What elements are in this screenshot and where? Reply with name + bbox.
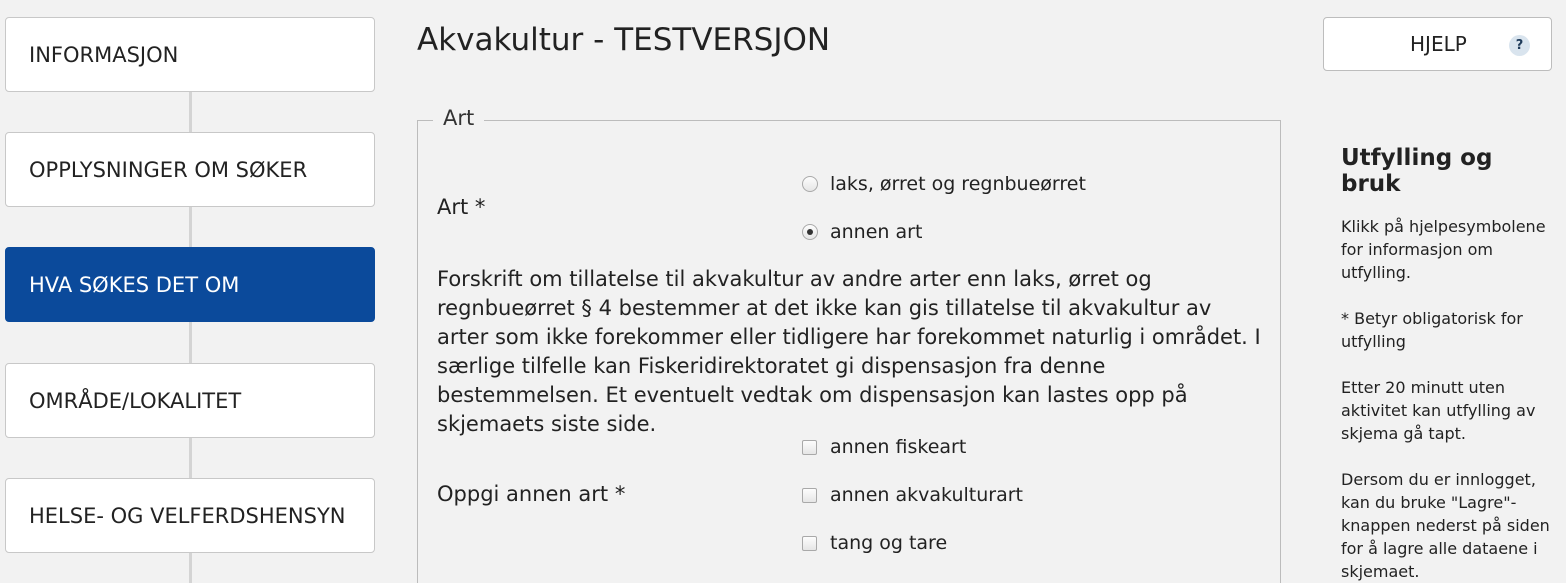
step-label: OMRÅDE/LOKALITET [29, 388, 242, 413]
art-label: Art * [437, 195, 486, 219]
radio-button[interactable] [802, 176, 818, 192]
checkbox[interactable] [802, 439, 817, 455]
checkbox-tang-og-tare[interactable]: tang og tare [802, 532, 947, 554]
radio-laks-orret-regnbueorret[interactable]: laks, ørret og regnbueørret [802, 173, 1086, 195]
step-label: OPPLYSNINGER OM SØKER [29, 157, 308, 182]
other-species-label: Oppgi annen art * [437, 482, 626, 506]
help-paragraph: * Betyr obligatorisk for utfylling [1341, 309, 1523, 351]
step-label: HELSE- OG VELFERDSHENSYN [29, 503, 346, 528]
page-title: Akvakultur - TESTVERSJON [417, 22, 831, 58]
step-sidebar: INFORMASJON OPPLYSNINGER OM SØKER HVA SØ… [0, 0, 380, 583]
step-label: HVA SØKES DET OM [29, 272, 240, 297]
step-opplysninger-om-soker[interactable]: OPPLYSNINGER OM SØKER [5, 132, 375, 207]
checkbox-annen-fiskeart[interactable]: annen fiskeart [802, 436, 966, 458]
step-helse-og-velferdshensyn[interactable]: HELSE- OG VELFERDSHENSYN [5, 478, 375, 553]
checkbox[interactable] [802, 487, 817, 503]
fieldset-legend: Art [433, 106, 485, 130]
regulation-info-text: Forskrift om tillatelse til akvakultur a… [437, 267, 1261, 436]
help-panel: Utfylling og bruk Klikk på hjelpesymbole… [1341, 145, 1556, 583]
checkbox-label: annen akvakulturart [830, 484, 1023, 506]
help-button[interactable]: HJELP ? [1323, 17, 1552, 71]
checkbox-annen-akvakulturart[interactable]: annen akvakulturart [802, 484, 1023, 506]
step-informasjon[interactable]: INFORMASJON [5, 17, 375, 92]
question-mark-icon: ? [1509, 35, 1530, 56]
checkbox-label: tang og tare [830, 532, 948, 554]
help-paragraph: Dersom du er innlogget, kan du bruke "La… [1341, 470, 1550, 581]
help-panel-title: Utfylling og bruk [1341, 145, 1493, 197]
checkbox-label: annen fiskeart [830, 436, 967, 458]
step-label: INFORMASJON [29, 42, 179, 67]
step-omrade-lokalitet[interactable]: OMRÅDE/LOKALITET [5, 363, 375, 438]
radio-annen-art[interactable]: annen art [802, 221, 922, 243]
step-hva-sokes-det-om[interactable]: HVA SØKES DET OM [5, 247, 375, 322]
radio-button-checked[interactable] [802, 224, 818, 240]
help-paragraph: Klikk på hjelpesymbolene for informasjon… [1341, 217, 1546, 282]
checkbox[interactable] [802, 535, 817, 551]
help-paragraph: Etter 20 minutt uten aktivitet kan utfyl… [1341, 378, 1536, 443]
radio-label: laks, ørret og regnbueørret [830, 173, 1086, 195]
help-button-label: HJELP [1410, 32, 1467, 56]
radio-label: annen art [830, 221, 923, 243]
